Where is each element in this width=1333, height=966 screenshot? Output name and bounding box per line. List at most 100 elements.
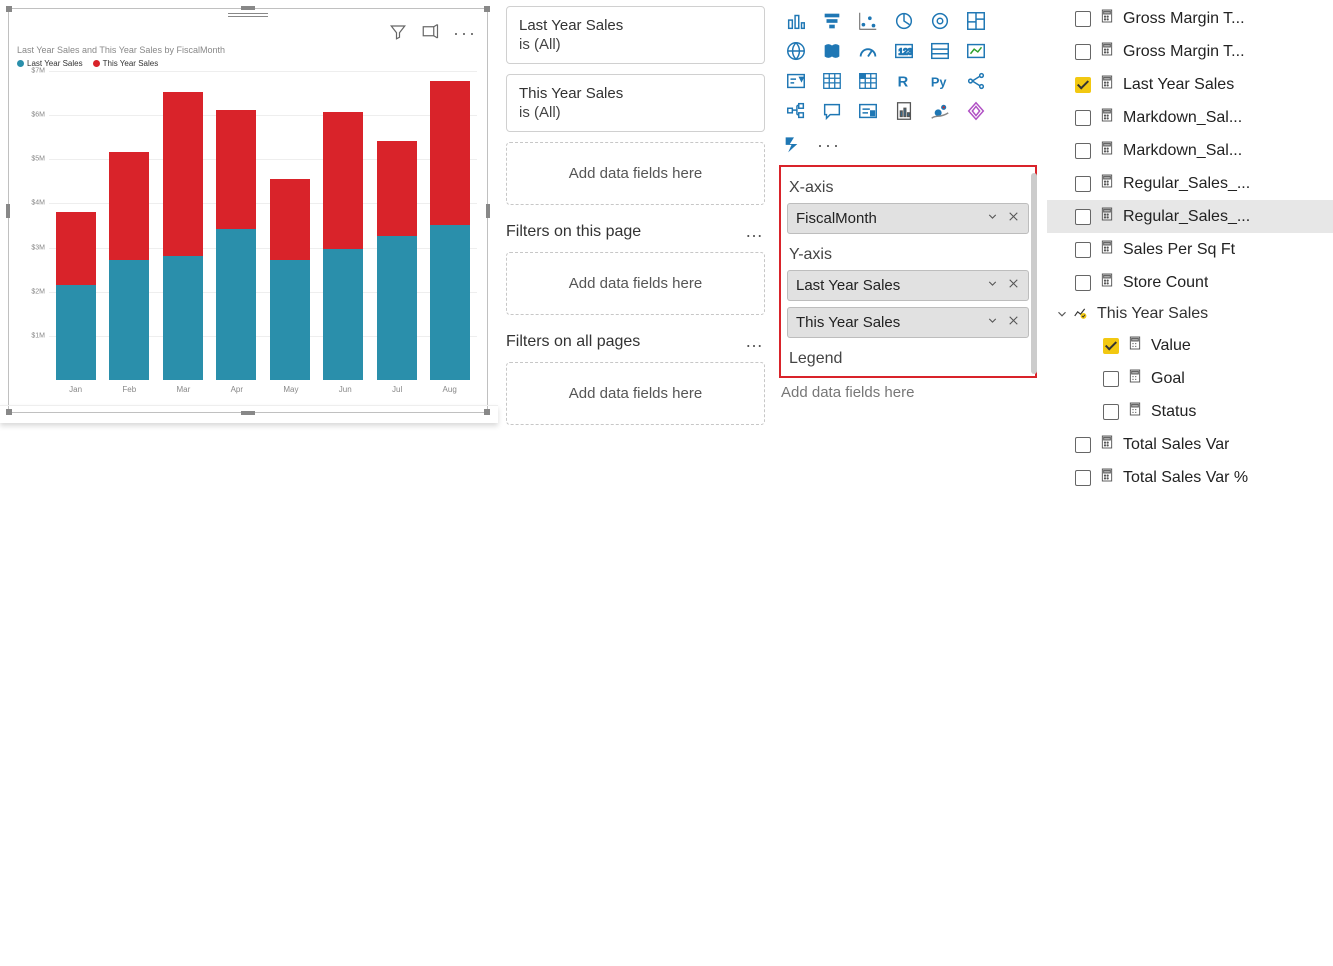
chart-visual[interactable]: ··· Last Year Sales and This Year Sales … bbox=[8, 8, 488, 413]
field-group-this-year-sales[interactable]: This Year Sales bbox=[1047, 299, 1333, 329]
power-apps-icon[interactable] bbox=[961, 98, 991, 124]
checkbox[interactable] bbox=[1075, 143, 1091, 159]
checkbox[interactable] bbox=[1103, 338, 1119, 354]
filled-map-icon[interactable] bbox=[817, 38, 847, 64]
scatter-icon[interactable] bbox=[853, 8, 883, 34]
paginated-report-icon[interactable] bbox=[889, 98, 919, 124]
bar-stack[interactable] bbox=[56, 212, 96, 380]
bar-stack[interactable] bbox=[163, 92, 203, 380]
all-filter-drop[interactable]: Add data fields here bbox=[506, 362, 765, 425]
filter-name: Last Year Sales bbox=[519, 17, 752, 34]
drag-handle-icon[interactable] bbox=[228, 13, 268, 17]
treemap-icon[interactable] bbox=[961, 8, 991, 34]
more-options-icon[interactable]: ··· bbox=[453, 23, 477, 44]
resize-handle-icon[interactable] bbox=[241, 6, 255, 10]
field-row[interactable]: Value bbox=[1047, 329, 1333, 362]
filters-all-label: Filters on all pages bbox=[506, 333, 640, 351]
field-row[interactable]: Sales Per Sq Ft bbox=[1047, 233, 1333, 266]
visual-filter-drop[interactable]: Add data fields here bbox=[506, 142, 765, 205]
power-automate-icon[interactable] bbox=[783, 134, 805, 157]
checkbox[interactable] bbox=[1075, 44, 1091, 60]
arc-gis-icon[interactable] bbox=[925, 98, 955, 124]
close-icon[interactable] bbox=[1007, 210, 1020, 227]
checkbox[interactable] bbox=[1075, 470, 1091, 486]
bar-stacks[interactable] bbox=[49, 71, 477, 380]
checkbox[interactable] bbox=[1103, 371, 1119, 387]
resize-handle-icon[interactable] bbox=[486, 204, 490, 218]
bar-stack[interactable] bbox=[109, 152, 149, 380]
map-icon[interactable] bbox=[781, 38, 811, 64]
field-row[interactable]: Regular_Sales_... bbox=[1047, 167, 1333, 200]
close-icon[interactable] bbox=[1007, 314, 1020, 331]
funnel-icon[interactable] bbox=[817, 8, 847, 34]
resize-handle-icon[interactable] bbox=[6, 204, 10, 218]
narrative-icon[interactable] bbox=[853, 98, 883, 124]
calculator-icon bbox=[1099, 173, 1115, 194]
pie-icon[interactable] bbox=[889, 8, 919, 34]
more-options-icon[interactable]: … bbox=[745, 221, 765, 242]
focus-mode-icon[interactable] bbox=[421, 23, 439, 44]
plot-area[interactable]: $1M$2M$3M$4M$5M$6M$7M JanFebMarAprMayJun… bbox=[19, 71, 477, 394]
chevron-down-icon[interactable] bbox=[986, 210, 999, 227]
column-chart-icon[interactable] bbox=[781, 8, 811, 34]
yaxis-pill-2[interactable]: This Year Sales bbox=[787, 307, 1029, 338]
donut-icon[interactable] bbox=[925, 8, 955, 34]
field-row[interactable]: Last Year Sales bbox=[1047, 68, 1333, 101]
field-row[interactable]: Gross Margin T... bbox=[1047, 35, 1333, 68]
field-row[interactable]: Gross Margin T... bbox=[1047, 2, 1333, 35]
checkbox[interactable] bbox=[1103, 404, 1119, 420]
chevron-down-icon[interactable] bbox=[986, 277, 999, 294]
r-visual-icon[interactable]: R bbox=[889, 68, 919, 94]
gauge-icon[interactable] bbox=[853, 38, 883, 64]
bar-stack[interactable] bbox=[216, 110, 256, 380]
scrollbar[interactable] bbox=[1031, 173, 1037, 374]
python-visual-icon[interactable]: Py bbox=[925, 68, 955, 94]
close-icon[interactable] bbox=[1007, 277, 1020, 294]
field-row[interactable]: Regular_Sales_... bbox=[1047, 200, 1333, 233]
calculator-icon bbox=[1099, 8, 1115, 29]
checkbox[interactable] bbox=[1075, 242, 1091, 258]
bar-stack[interactable] bbox=[430, 81, 470, 380]
field-row[interactable]: Markdown_Sal... bbox=[1047, 134, 1333, 167]
field-row[interactable]: Goal bbox=[1047, 362, 1333, 395]
field-row[interactable]: Store Count bbox=[1047, 266, 1333, 299]
checkbox[interactable] bbox=[1075, 209, 1091, 225]
checkbox[interactable] bbox=[1075, 437, 1091, 453]
chevron-down-icon[interactable] bbox=[986, 314, 999, 331]
field-row[interactable]: Total Sales Var bbox=[1047, 428, 1333, 461]
kpi-icon[interactable] bbox=[961, 38, 991, 64]
matrix-icon[interactable] bbox=[853, 68, 883, 94]
yaxis-pill-1[interactable]: Last Year Sales bbox=[787, 270, 1029, 301]
checkbox[interactable] bbox=[1075, 275, 1091, 291]
more-options-icon[interactable]: … bbox=[745, 331, 765, 352]
legend-drop[interactable]: Add data fields here bbox=[779, 378, 1037, 407]
page-filter-drop[interactable]: Add data fields here bbox=[506, 252, 765, 315]
slicer-icon[interactable] bbox=[781, 68, 811, 94]
canvas[interactable]: ··· Last Year Sales and This Year Sales … bbox=[0, 0, 498, 730]
decomposition-tree-icon[interactable] bbox=[781, 98, 811, 124]
xaxis-pill[interactable]: FiscalMonth bbox=[787, 203, 1029, 234]
resize-handle-icon[interactable] bbox=[484, 6, 490, 12]
resize-handle-icon[interactable] bbox=[6, 6, 12, 12]
qa-icon[interactable] bbox=[817, 98, 847, 124]
checkbox[interactable] bbox=[1075, 11, 1091, 27]
bar-stack[interactable] bbox=[323, 112, 363, 380]
filter-card-this-year[interactable]: This Year Sales is (All) bbox=[506, 74, 765, 132]
field-row[interactable]: Status bbox=[1047, 395, 1333, 428]
table-icon[interactable] bbox=[817, 68, 847, 94]
card-icon[interactable]: 123 bbox=[889, 38, 919, 64]
checkbox[interactable] bbox=[1075, 110, 1091, 126]
field-row[interactable]: Markdown_Sal... bbox=[1047, 101, 1333, 134]
bar-stack[interactable] bbox=[270, 179, 310, 380]
chevron-down-icon[interactable] bbox=[1055, 307, 1069, 321]
filter-card-last-year[interactable]: Last Year Sales is (All) bbox=[506, 6, 765, 64]
field-row[interactable]: Total Sales Var % bbox=[1047, 461, 1333, 494]
key-influencers-icon[interactable] bbox=[961, 68, 991, 94]
bar-stack[interactable] bbox=[377, 141, 417, 380]
more-visuals-icon[interactable]: ··· bbox=[817, 135, 841, 156]
pill-label: Last Year Sales bbox=[796, 277, 900, 294]
multi-row-card-icon[interactable] bbox=[925, 38, 955, 64]
checkbox[interactable] bbox=[1075, 176, 1091, 192]
filter-icon[interactable] bbox=[389, 23, 407, 44]
checkbox[interactable] bbox=[1075, 77, 1091, 93]
